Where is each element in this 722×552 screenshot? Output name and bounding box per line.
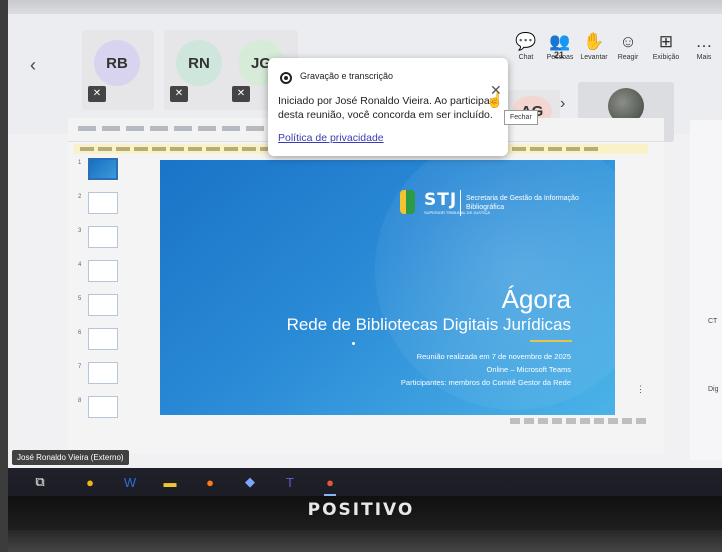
slide-thumbnail[interactable] xyxy=(88,226,118,248)
side-panel-label: Dig xyxy=(708,386,719,393)
slide-info-date: Reunião realizada em 7 de novembro de 20… xyxy=(416,352,571,361)
thumbnail-number: 2 xyxy=(78,194,82,200)
slide-thumbnail[interactable] xyxy=(88,396,118,418)
app-icon[interactable]: ◆ xyxy=(240,472,260,492)
side-panel-initials: CT xyxy=(708,318,718,325)
thumbnail-number: 5 xyxy=(78,296,82,302)
slide-info-platform: Online – Microsoft Teams xyxy=(486,365,571,374)
slide-thumbnail[interactable] xyxy=(88,158,118,180)
hand-cursor-icon: ☝ xyxy=(486,92,504,108)
task-view-icon[interactable]: ⧉ xyxy=(30,472,50,492)
slide-thumbnails: 1 2 3 4 5 6 7 8 xyxy=(78,156,120,446)
next-participants-button[interactable]: › xyxy=(560,95,565,113)
photo-scene: 💬 Chat 👥 21 Pessoas ✋ Levantar ☺ Reagir ⊞ Exibição… xyxy=(0,0,722,552)
slide-thumbnail[interactable] xyxy=(88,260,118,282)
thumbnail-number: 4 xyxy=(78,262,82,268)
mic-off-icon: ✕ xyxy=(170,86,188,102)
org-short-name: STJ xyxy=(424,190,458,210)
slide-thumbnail[interactable] xyxy=(88,192,118,214)
popup-message: Iniciado por José Ronaldo Vieira. Ao par… xyxy=(278,95,494,121)
thumbnail-number: 1 xyxy=(78,160,82,166)
mic-off-icon: ✕ xyxy=(232,86,250,102)
chrome-icon[interactable]: ● xyxy=(80,472,100,492)
thumbnail-number: 6 xyxy=(78,330,82,336)
more-options-icon[interactable]: ⋮ xyxy=(636,384,645,395)
decorative-dot xyxy=(352,342,355,345)
stj-logo-icon xyxy=(400,190,420,214)
popup-title: Gravação e transcrição xyxy=(300,71,394,81)
avatar: RN xyxy=(176,40,222,86)
windows-taskbar xyxy=(8,468,722,498)
avatar: RB xyxy=(94,40,140,86)
slide-thumbnail[interactable] xyxy=(88,294,118,316)
background-edge xyxy=(0,0,8,552)
previous-participants-button[interactable]: ‹ xyxy=(30,55,36,76)
slide-thumbnail[interactable] xyxy=(88,362,118,384)
slide-title: Ágora xyxy=(501,284,571,314)
action-label: Mais xyxy=(696,54,712,61)
app2-icon[interactable]: ● xyxy=(320,472,340,496)
thumbnail-number: 8 xyxy=(78,398,82,404)
logo-divider xyxy=(460,190,461,216)
recording-notice-popup: Gravação e transcrição Iniciado por José… xyxy=(268,58,508,156)
more-icon: … xyxy=(695,32,713,51)
close-tooltip: Fechar xyxy=(504,110,538,125)
privacy-policy-link[interactable]: Política de privacidade xyxy=(278,132,384,144)
presenter-name-label: José Ronaldo Vieira (Externo) xyxy=(12,450,129,465)
participant-tile[interactable]: RB ✕ xyxy=(82,30,154,110)
file-explorer-icon[interactable]: ▬ xyxy=(160,472,180,492)
teams-icon[interactable]: T xyxy=(280,472,300,492)
recording-icon xyxy=(280,72,292,84)
thumbnail-number: 7 xyxy=(78,364,82,370)
monitor-bezel-top xyxy=(0,0,722,14)
slide-canvas: STJ SUPERIOR TRIBUNAL DE JUSTIÇA Secreta… xyxy=(160,160,615,415)
word-icon[interactable]: W xyxy=(120,472,140,492)
monitor-brand-logo: POSITIVO xyxy=(307,500,415,520)
firefox-icon[interactable]: ● xyxy=(200,472,220,492)
mic-off-icon: ✕ xyxy=(88,86,106,102)
slide-info-participants: Participantes: membros do Comitê Gestor … xyxy=(400,378,571,387)
side-panel-edge xyxy=(690,120,722,460)
slide-status-bar xyxy=(510,418,650,424)
slide-thumbnail[interactable] xyxy=(88,328,118,350)
accent-line xyxy=(530,340,572,342)
thumbnail-number: 3 xyxy=(78,228,82,234)
secretaria-label: Secretaria de Gestão da Informação Bibli… xyxy=(466,195,579,211)
slide-subtitle: Rede de Bibliotecas Digitais Jurídicas xyxy=(286,315,571,334)
more-button[interactable]: … Mais xyxy=(690,32,718,61)
